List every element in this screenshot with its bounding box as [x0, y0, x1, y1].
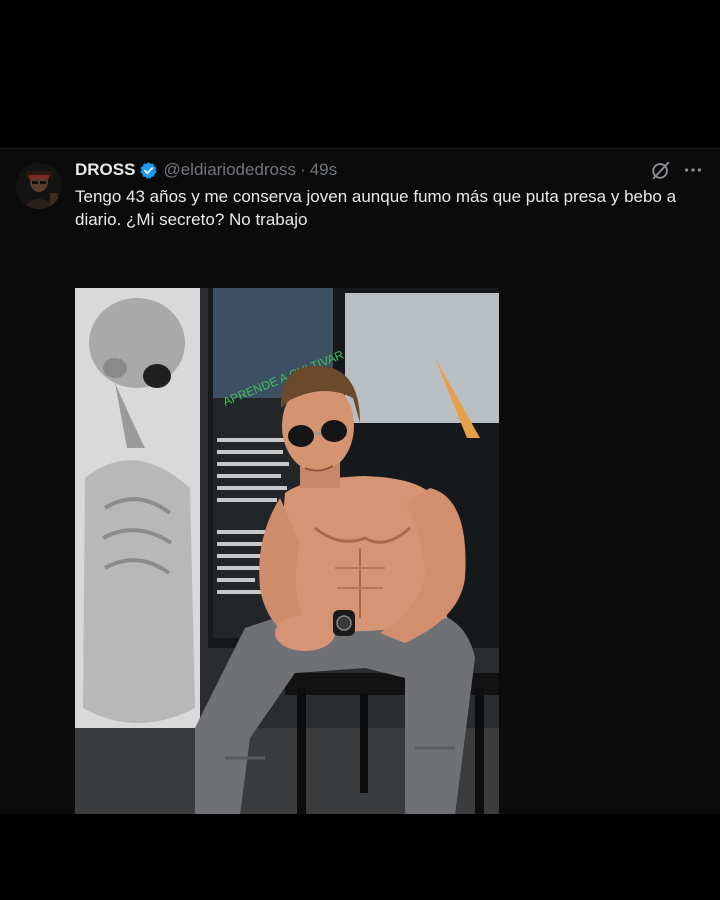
timestamp[interactable]: 49s	[310, 160, 337, 180]
author-handle[interactable]: @eldiariodedross	[163, 160, 296, 180]
grok-icon[interactable]	[650, 159, 672, 181]
tweet-text: Tengo 43 años y me conserva joven aunque…	[75, 187, 677, 229]
verified-badge-icon	[139, 161, 158, 180]
author-display-name[interactable]: DROSS	[75, 160, 135, 180]
tweet[interactable]: DROSS @eldiariodedross · 49s Tengo 43 añ…	[0, 148, 720, 815]
status-area	[0, 0, 720, 148]
tweet-header: DROSS @eldiariodedross · 49s	[75, 159, 337, 181]
more-icon[interactable]	[682, 159, 704, 181]
tweet-photo[interactable]: APRENDE A CULTIVAR	[75, 288, 499, 815]
avatar[interactable]	[16, 163, 62, 209]
bottom-area	[0, 814, 720, 900]
separator-dot: ·	[300, 160, 306, 179]
